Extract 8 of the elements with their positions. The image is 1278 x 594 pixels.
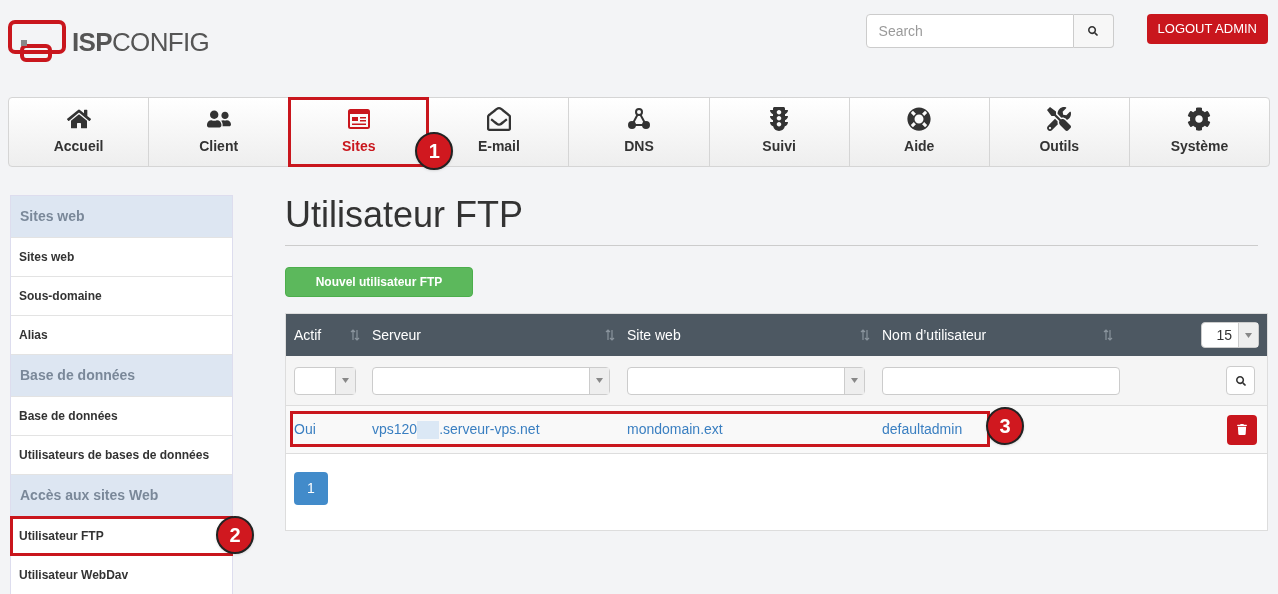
sidebar-heading: Sites web	[11, 196, 232, 238]
step-number-tooltip: 1	[415, 132, 454, 170]
sidebar-heading: Accès aux sites Web	[11, 475, 232, 517]
step-number-tooltip: 3	[986, 407, 1024, 445]
page-title: Utilisateur FTP	[285, 195, 1258, 246]
sidebar-heading: Base de données	[11, 355, 232, 397]
logo-text: ISPCONFIG	[72, 25, 210, 59]
step-number-tooltip: 2	[216, 516, 254, 554]
